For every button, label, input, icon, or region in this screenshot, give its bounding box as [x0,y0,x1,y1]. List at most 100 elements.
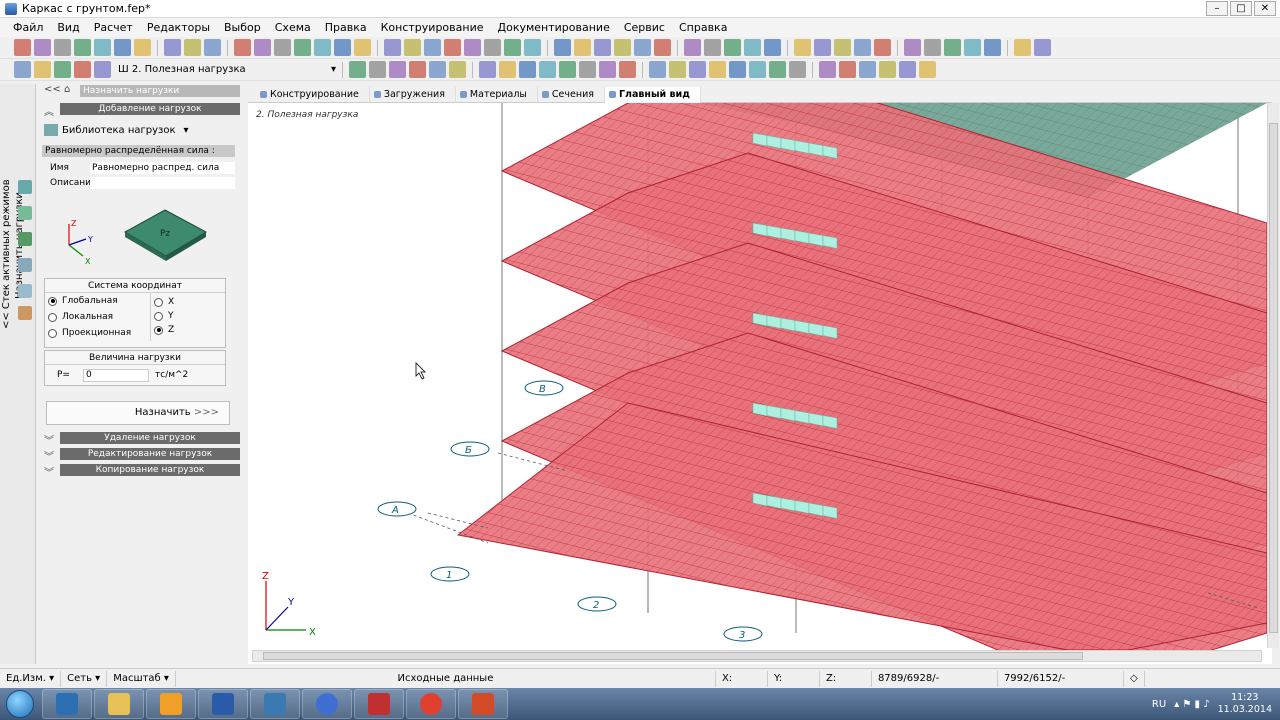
radio-projection[interactable]: Проекционная [45,325,150,341]
toolbar-button[interactable] [314,39,331,56]
name-field[interactable]: Равномерно распред. сила [90,162,235,174]
shape-mode-icon[interactable] [18,284,32,298]
radio-axis-y[interactable]: Y [151,309,174,323]
nodes-mode-icon[interactable] [18,258,32,272]
toolbar-button[interactable] [689,61,706,78]
toolbar-button[interactable] [634,39,651,56]
toolbar-button[interactable] [254,39,271,56]
tab-main-view[interactable]: Главный вид [604,87,701,103]
vertical-scrollbar[interactable] [1267,103,1279,648]
toolbar-button[interactable] [709,61,726,78]
radio-axis-z[interactable]: Z [151,323,174,337]
toolbar-button[interactable] [594,39,611,56]
support-mode-icon[interactable] [18,306,32,320]
toolbar-button[interactable] [944,39,961,56]
tab-sections[interactable]: Сечения [538,87,605,103]
toolbar-button[interactable] [684,39,701,56]
active-modes-label[interactable]: << Стек активных режимов [1,179,13,329]
toolbar-button[interactable] [74,39,91,56]
toolbar-button[interactable] [34,39,51,56]
taskbar-powerpoint[interactable] [458,689,508,719]
toolbar-button[interactable] [504,39,521,56]
toolbar-button[interactable] [854,39,871,56]
toolbar-button[interactable] [839,61,856,78]
units-dropdown[interactable]: Ед.Изм. ▾ [0,670,62,687]
menu-docs[interactable]: Документирование [491,21,617,34]
toolbar-button[interactable] [204,39,221,56]
toolbar-button[interactable] [919,61,936,78]
toolbar-button[interactable] [904,39,921,56]
radio-global[interactable]: Глобальная [45,293,150,309]
toolbar-button[interactable] [859,61,876,78]
taskbar-app-1[interactable] [42,689,92,719]
toolbar-button[interactable] [484,39,501,56]
delete-loads-header[interactable]: Удаление нагрузок [60,432,240,444]
toolbar-button[interactable] [14,61,31,78]
menu-service[interactable]: Сервис [617,21,672,34]
radio-local[interactable]: Локальная [45,309,150,325]
model-3d-view[interactable]: В Б А 1 2 3 Z Y X [248,103,1267,650]
toolbar-button[interactable] [94,39,111,56]
toolbar-button[interactable] [764,39,781,56]
toolbar-button[interactable] [409,61,426,78]
description-field[interactable] [90,177,235,189]
toolbar-button[interactable] [724,39,741,56]
toolbar-button[interactable] [794,39,811,56]
taskbar-app-6[interactable] [302,689,352,719]
language-indicator[interactable]: RU [1152,699,1166,710]
toolbar-button[interactable] [649,61,666,78]
toolbar-button[interactable] [234,39,251,56]
toolbar-button[interactable] [274,39,291,56]
expand-icon[interactable]: ︾ [44,464,54,479]
toolbar-button[interactable] [559,61,576,78]
toolbar-button[interactable] [729,61,746,78]
toolbar-button[interactable] [574,39,591,56]
menu-select[interactable]: Выбор [217,21,268,34]
collapse-up-icon[interactable]: ︽ [44,103,54,118]
toolbar-button[interactable] [874,39,891,56]
tab-design[interactable]: Конструирование [256,87,370,103]
toolbar-button[interactable] [369,61,386,78]
toolbar-button[interactable] [349,61,366,78]
toolbar-button[interactable] [34,61,51,78]
menu-scheme[interactable]: Схема [268,21,318,34]
minimize-button[interactable]: – [1206,1,1228,16]
radio-axis-x[interactable]: X [151,295,174,309]
toolbar-button[interactable] [789,61,806,78]
start-button[interactable] [0,688,40,720]
toolbar-button[interactable] [464,39,481,56]
menu-file[interactable]: Файл [6,21,50,34]
toolbar-button[interactable] [389,61,406,78]
menu-view[interactable]: Вид [50,21,86,34]
toolbar-button[interactable] [1014,39,1031,56]
toolbar-button[interactable] [619,61,636,78]
toolbar-button[interactable] [964,39,981,56]
toolbar-button[interactable] [524,39,541,56]
toolbar-button[interactable] [54,61,71,78]
close-button[interactable]: ✕ [1254,1,1276,16]
copy-loads-header[interactable]: Копирование нагрузок [60,464,240,476]
toolbar-button[interactable] [614,39,631,56]
toolbar-button[interactable] [354,39,371,56]
toolbar-button[interactable] [879,61,896,78]
toolbar-button[interactable] [984,39,1001,56]
clock[interactable]: 11:23 11.03.2014 [1218,692,1272,716]
toolbar-button[interactable] [404,39,421,56]
toolbar-button[interactable] [654,39,671,56]
menu-design[interactable]: Конструирование [374,21,491,34]
scale-dropdown[interactable]: Масштаб ▾ [107,670,176,687]
toolbar-button[interactable] [449,61,466,78]
toolbar-button[interactable] [669,61,686,78]
tab-materials[interactable]: Материалы [456,87,538,103]
taskbar-word[interactable] [198,689,248,719]
toolbar-button[interactable] [599,61,616,78]
toolbar-button[interactable] [164,39,181,56]
tab-loadcases[interactable]: Загружения [370,87,456,103]
toolbar-button[interactable] [819,61,836,78]
toolbar-button[interactable] [1034,39,1051,56]
toolbar-button[interactable] [749,61,766,78]
assign-button[interactable]: Назначить >>> [46,401,230,425]
toolbar-button[interactable] [184,39,201,56]
toolbar-button[interactable] [769,61,786,78]
load-case-combo[interactable]: Ш 2. Полезная нагрузка ▾ [114,61,336,78]
